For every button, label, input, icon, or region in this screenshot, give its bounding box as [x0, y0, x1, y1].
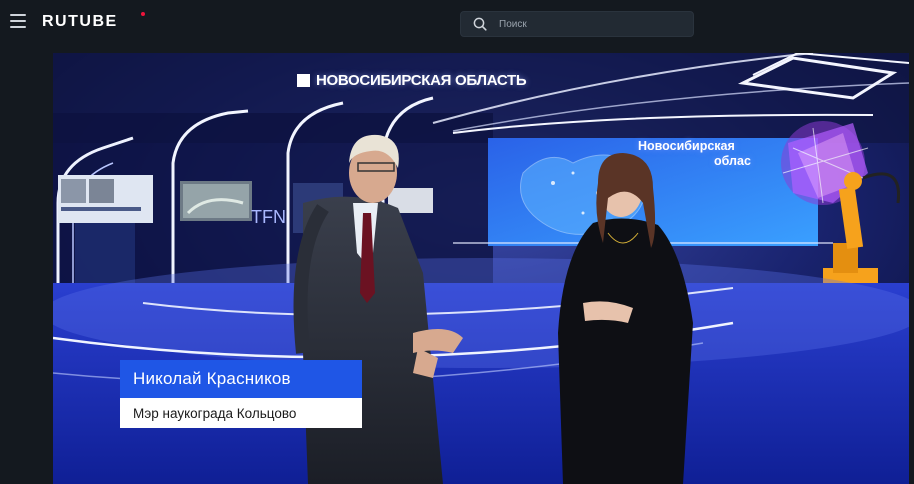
search-icon[interactable] [472, 16, 488, 32]
speaker-name-caption: Николай Красников [120, 360, 362, 398]
screen-caption-line2: облас [714, 154, 751, 168]
logo-square-icon [297, 74, 310, 87]
screen-caption-line1: Новосибирская [638, 139, 735, 153]
top-bar: RUTUBE [0, 0, 914, 46]
svg-text:TFN: TFN [251, 207, 286, 227]
rutube-logo[interactable]: RUTUBE [42, 13, 118, 31]
search-input[interactable] [497, 17, 691, 31]
hamburger-menu-icon[interactable] [10, 14, 26, 28]
stage-title-text: НОВОСИБИРСКАЯ ОБЛАСТЬ [316, 72, 527, 89]
video-player[interactable]: TFN НОВОСИБИРСКАЯ ОБЛАСТЬ Новосибирская … [53, 53, 909, 484]
speaker-title-caption: Мэр наукограда Кольцово [120, 398, 362, 428]
screen-caption: Новосибирская облас [638, 139, 751, 169]
search-bar[interactable] [460, 11, 694, 37]
stage-title-sign: НОВОСИБИРСКАЯ ОБЛАСТЬ [297, 72, 527, 89]
logo-accent-dot [141, 12, 145, 16]
